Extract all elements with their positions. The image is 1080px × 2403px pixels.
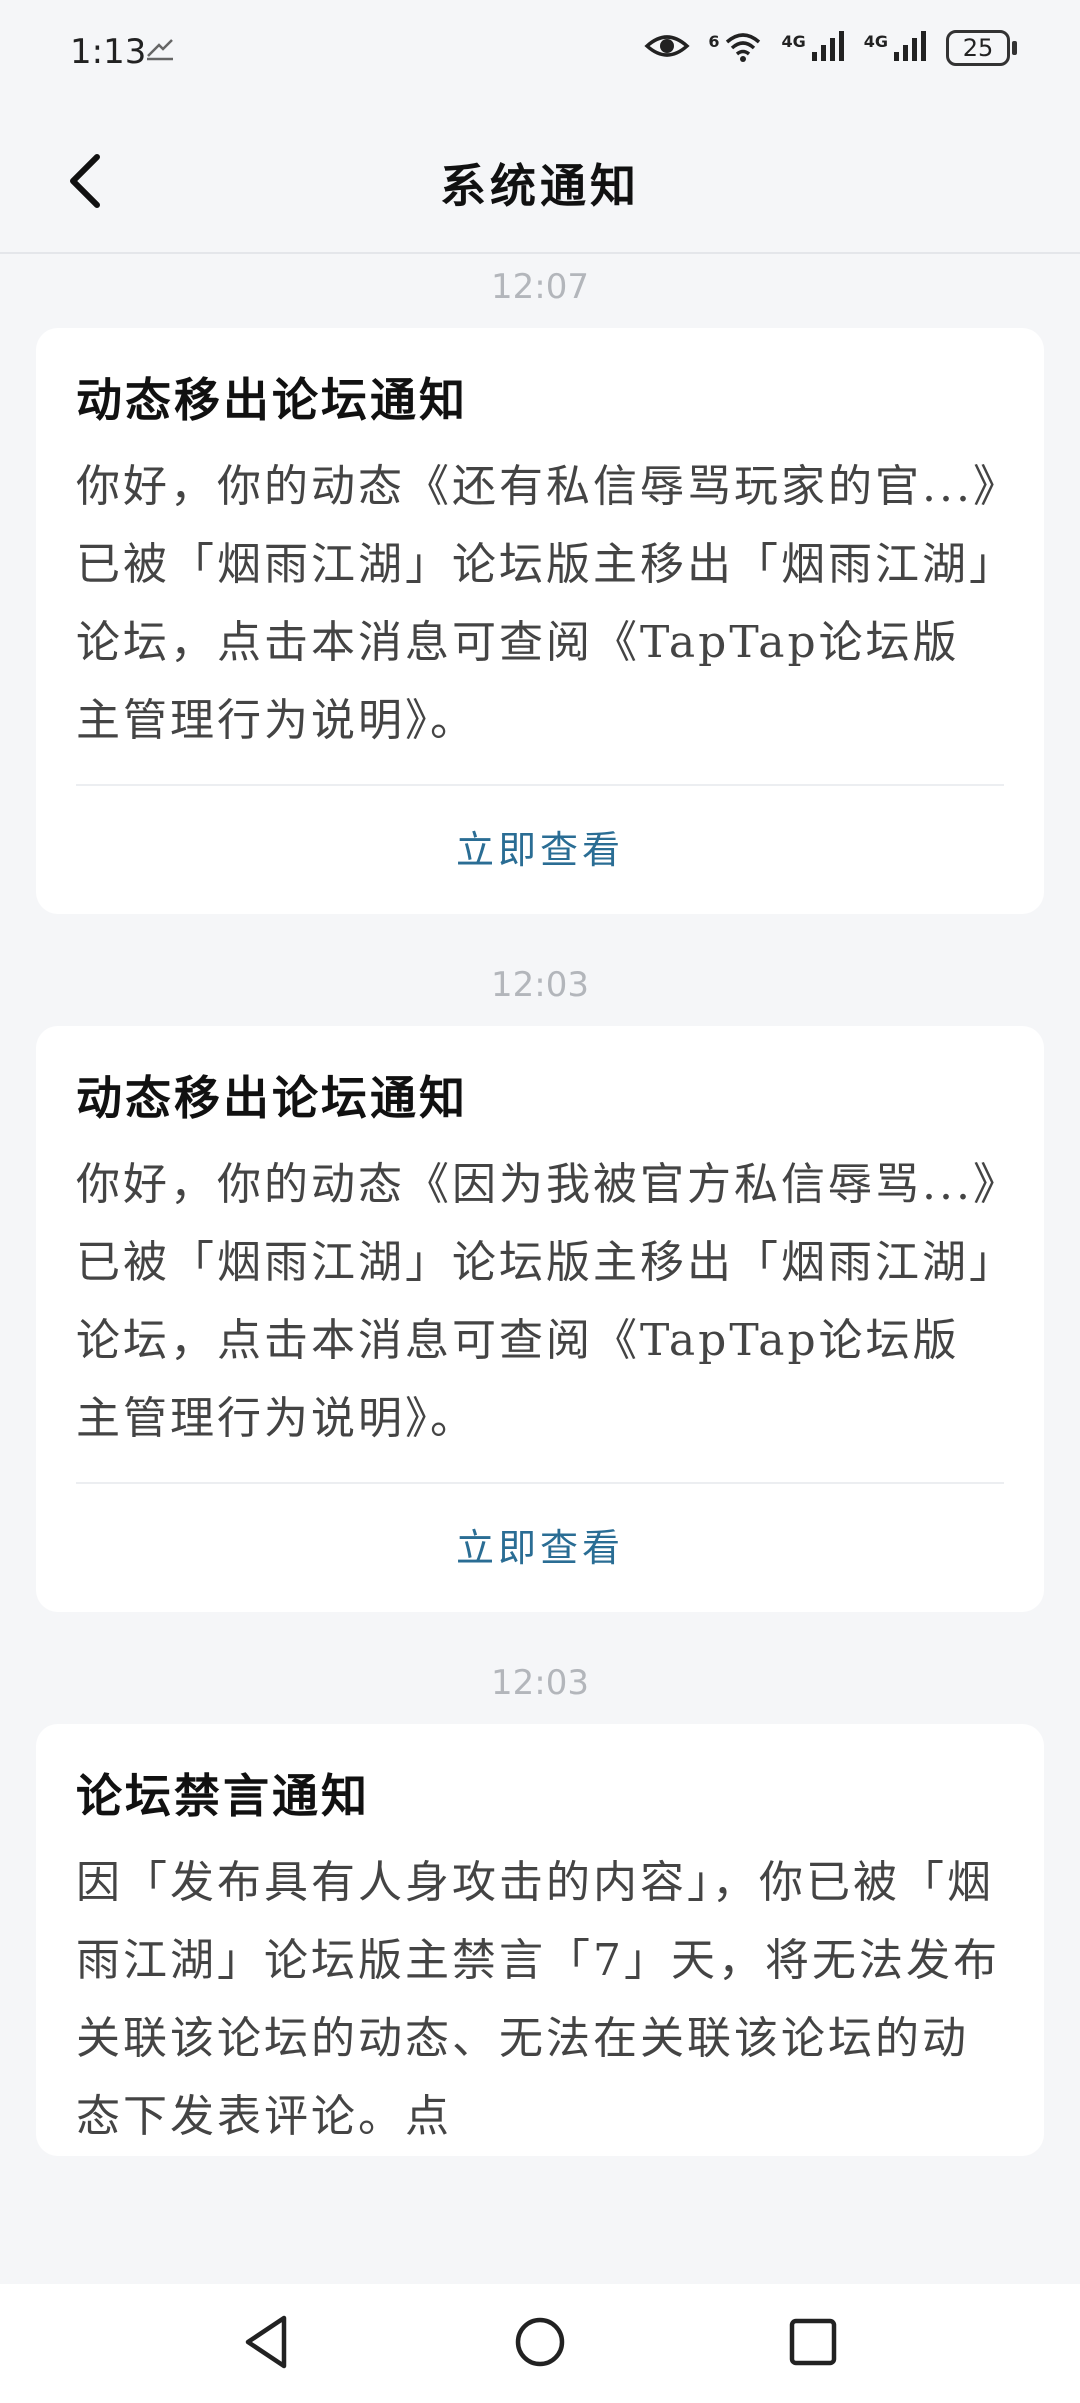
circle-home-icon [515, 2317, 565, 2366]
notification-list[interactable]: 12:07 动态移出论坛通知 你好，你的动态《还有私信辱骂玩家的官...》已被「… [0, 254, 1080, 2284]
network-label-1: 4G [781, 31, 806, 51]
notification-body: 你好，你的动态《因为我被官方私信辱骂...》已被「烟雨江湖」论坛版主移出「烟雨江… [76, 1159, 998, 1444]
eye-icon [644, 31, 690, 65]
view-now-button[interactable]: 立即查看 [76, 786, 1004, 914]
page-title: 系统通知 [440, 159, 640, 213]
notification-status-icon [145, 36, 175, 69]
system-navigation-bar [0, 2284, 1080, 2403]
notification-time: 12:07 [491, 267, 589, 307]
notification-time: 12:03 [491, 1663, 589, 1703]
notification-body: 你好，你的动态《还有私信辱骂玩家的官...》已被「烟雨江湖」论坛版主移出「烟雨江… [76, 461, 998, 746]
wifi-generation-label: 6 [708, 31, 720, 51]
app-header: 系统通知 [0, 110, 1080, 254]
signal-icon-1 [810, 30, 846, 66]
notification-title: 论坛禁言通知 [76, 1769, 370, 1823]
view-now-button[interactable]: 立即查看 [76, 1484, 1004, 1612]
status-time: 1:13 [70, 32, 147, 72]
notification-group: 12:07 动态移出论坛通知 你好，你的动态《还有私信辱骂玩家的官...》已被「… [0, 254, 1080, 914]
notification-card[interactable]: 论坛禁言通知 因「发布具有人身攻击的内容」，你已被「烟雨江湖」论坛版主禁言「7」… [36, 1724, 1044, 2156]
wifi-icon [723, 30, 763, 66]
notification-time: 12:03 [491, 965, 589, 1005]
network-label-2: 4G [863, 31, 888, 51]
notification-title: 动态移出论坛通知 [76, 373, 468, 427]
notification-card[interactable]: 动态移出论坛通知 你好，你的动态《因为我被官方私信辱骂...》已被「烟雨江湖」论… [36, 1026, 1044, 1612]
notification-body: 因「发布具有人身攻击的内容」，你已被「烟雨江湖」论坛版主禁言「7」天，将无法发布… [76, 1857, 1000, 2142]
notification-group: 12:03 动态移出论坛通知 你好，你的动态《因为我被官方私信辱骂...》已被「… [0, 914, 1080, 1612]
nav-recents-button[interactable] [788, 2317, 838, 2371]
triangle-back-icon [245, 2315, 287, 2368]
status-bar: 1:13 6 4G 4G 25 [0, 0, 1080, 110]
battery-indicator: 25 [946, 30, 1017, 66]
notification-title: 动态移出论坛通知 [76, 1071, 468, 1125]
status-icons: 6 4G 4G 25 [644, 30, 1017, 66]
nav-home-button[interactable] [512, 2314, 568, 2374]
notification-card[interactable]: 动态移出论坛通知 你好，你的动态《还有私信辱骂玩家的官...》已被「烟雨江湖」论… [36, 328, 1044, 914]
notification-group: 12:03 论坛禁言通知 因「发布具有人身攻击的内容」，你已被「烟雨江湖」论坛版… [0, 1612, 1080, 2156]
square-recents-icon [789, 2318, 837, 2365]
nav-back-button[interactable] [242, 2314, 292, 2374]
signal-icon-2 [892, 30, 928, 66]
